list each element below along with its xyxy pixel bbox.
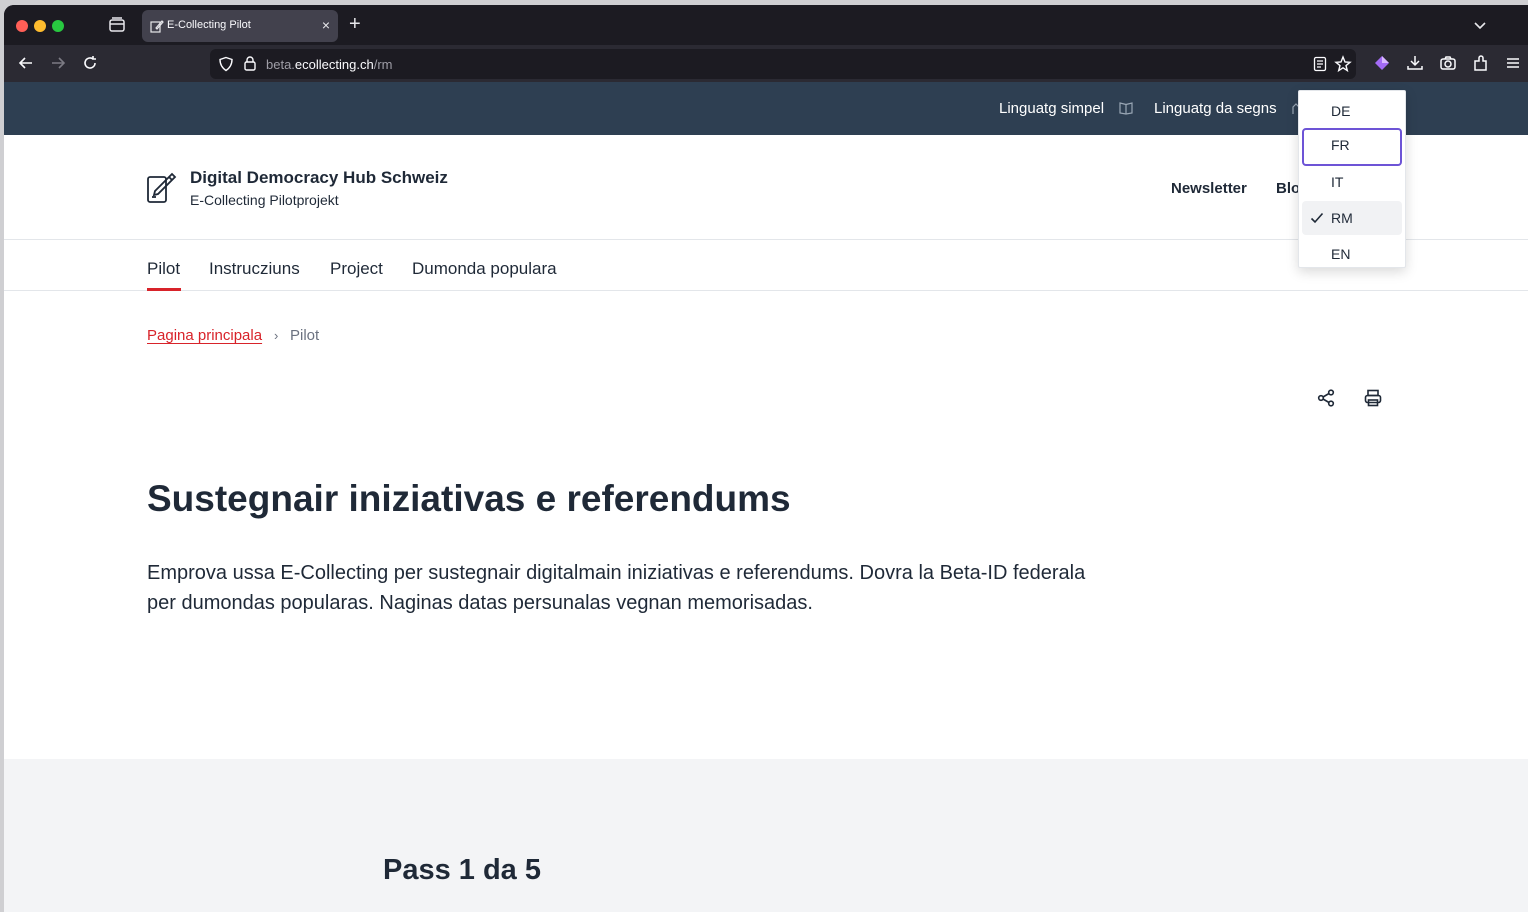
breadcrumb-home-link[interactable]: Pagina principala	[147, 327, 262, 344]
simple-language-icon[interactable]	[1119, 101, 1133, 115]
extension-diamond-icon[interactable]	[1373, 54, 1391, 72]
breadcrumb-separator: ›	[274, 328, 279, 343]
nav-item-pilot[interactable]: Pilot	[147, 259, 180, 279]
menu-hamburger-icon[interactable]	[1504, 54, 1522, 72]
nav-item-project[interactable]: Project	[330, 259, 383, 279]
browser-window: E-Collecting Pilot × + beta.ecollecting.…	[4, 5, 1528, 912]
browser-tab[interactable]: E-Collecting Pilot ×	[142, 10, 338, 42]
url-text: beta.ecollecting.ch/rm	[266, 57, 393, 72]
reload-icon[interactable]	[81, 54, 99, 72]
checkmark-icon	[1310, 211, 1324, 225]
nav-item-dumonda-populara[interactable]: Dumonda populara	[412, 259, 557, 279]
minimize-window-button[interactable]	[34, 20, 46, 32]
close-window-button[interactable]	[16, 20, 28, 32]
tab-title: E-Collecting Pilot	[167, 19, 251, 31]
simple-language-link[interactable]: Linguatg simpel	[999, 100, 1104, 117]
nav-active-indicator	[147, 288, 181, 291]
sign-language-link[interactable]: Linguatg da segns	[1154, 100, 1277, 117]
shield-icon[interactable]	[218, 56, 234, 72]
language-option-it[interactable]: IT	[1302, 165, 1402, 199]
edit-document-icon	[150, 19, 164, 33]
forward-arrow-icon[interactable]	[49, 54, 67, 72]
back-arrow-icon[interactable]	[17, 54, 35, 72]
new-tab-button[interactable]: +	[349, 14, 361, 34]
step-title: Pass 1 da 5	[383, 854, 541, 886]
chevron-down-icon[interactable]	[1472, 17, 1488, 33]
nav-item-instrucziuns[interactable]: Instrucziuns	[209, 259, 300, 279]
page-title: Sustegnair iniziativas e referendums	[147, 478, 791, 519]
extensions-puzzle-icon[interactable]	[1472, 54, 1490, 72]
tab-bar: E-Collecting Pilot × +	[4, 5, 1528, 45]
newsletter-link[interactable]: Newsletter	[1171, 180, 1247, 197]
language-option-de[interactable]: DE	[1302, 94, 1402, 128]
e-collecting-logo-icon[interactable]	[146, 171, 178, 205]
maximize-window-button[interactable]	[52, 20, 64, 32]
download-icon[interactable]	[1406, 54, 1424, 72]
language-option-fr[interactable]: FR	[1302, 128, 1402, 166]
language-option-en[interactable]: EN	[1302, 237, 1402, 271]
screenshot-camera-icon[interactable]	[1439, 54, 1457, 72]
lead-paragraph: Emprova ussa E-Collecting per sustegnair…	[147, 562, 1086, 614]
address-bar[interactable]: beta.ecollecting.ch/rm	[210, 49, 1356, 79]
tab-close-icon[interactable]: ×	[322, 17, 330, 33]
reader-view-icon[interactable]	[1312, 56, 1328, 72]
site-title[interactable]: Digital Democracy Hub Schweiz	[190, 168, 448, 188]
share-icon[interactable]	[1316, 388, 1336, 408]
language-dropdown: DE FR IT RM EN	[1298, 90, 1406, 268]
site-subtitle: E-Collecting Pilotprojekt	[190, 192, 339, 208]
steps-section: Pass 1 da 5	[4, 759, 1528, 912]
breadcrumb-current: Pilot	[290, 327, 320, 344]
nav-toolbar: beta.ecollecting.ch/rm	[4, 45, 1528, 82]
print-icon[interactable]	[1363, 388, 1383, 408]
tab-overview-icon[interactable]	[108, 16, 126, 34]
web-page: Linguatg simpel Linguatg da segns Digita…	[4, 82, 1528, 912]
bookmark-star-icon[interactable]	[1334, 55, 1352, 73]
lock-icon[interactable]	[242, 55, 258, 71]
language-option-rm[interactable]: RM	[1302, 201, 1402, 235]
blog-link[interactable]: Blo	[1276, 180, 1300, 197]
